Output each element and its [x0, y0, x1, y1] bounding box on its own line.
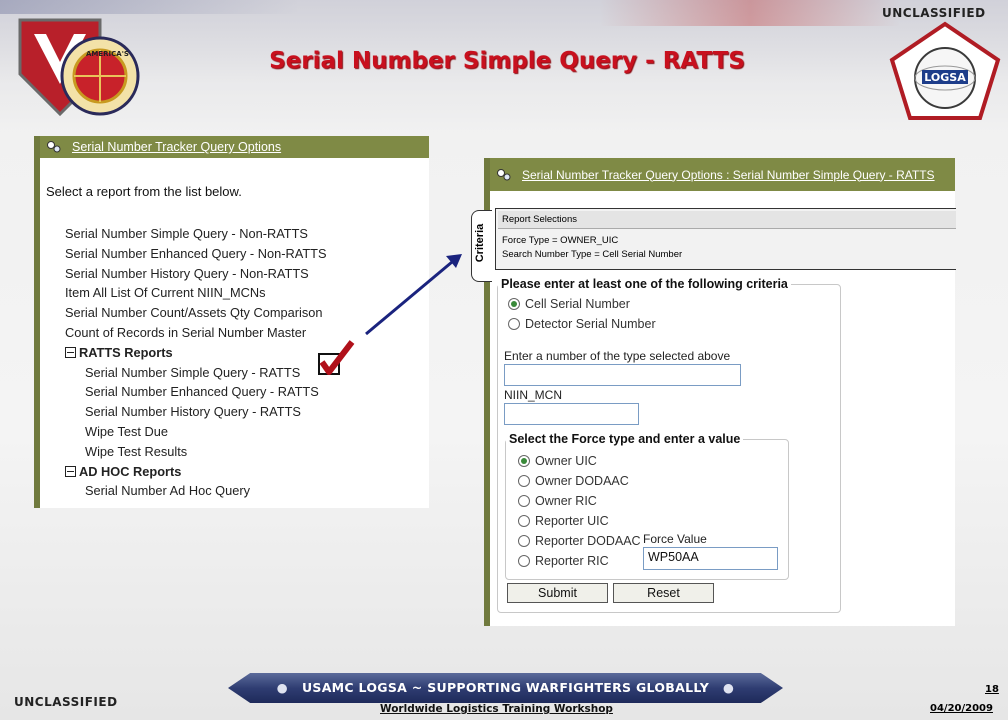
footer-banner: ● USAMC LOGSA ~ SUPPORTING WARFIGHTERS GL…: [228, 673, 783, 703]
radio-reporter-uic[interactable]: Reporter UIC: [518, 514, 609, 528]
bullet-icon: ●: [276, 680, 288, 695]
report-item-adhoc[interactable]: Serial Number Ad Hoc Query: [65, 481, 327, 501]
radio-icon[interactable]: [518, 475, 530, 487]
radio-selected-icon[interactable]: [508, 298, 520, 310]
radio-selected-icon[interactable]: [518, 455, 530, 467]
footer-banner-text: USAMC LOGSA ~ SUPPORTING WARFIGHTERS GLO…: [301, 680, 710, 695]
report-selections-box: Report Selections Force Type = OWNER_UIC…: [495, 208, 956, 270]
ratts-group[interactable]: RATTS Reports: [65, 343, 327, 363]
classification-top: UNCLASSIFIED: [882, 6, 986, 20]
report-item-count-assets[interactable]: Serial Number Count/Assets Qty Compariso…: [65, 303, 327, 323]
bullet-icon: ●: [723, 680, 735, 695]
radio-owner-uic[interactable]: Owner UIC: [518, 454, 597, 468]
reset-button[interactable]: Reset: [613, 583, 714, 603]
collapse-icon[interactable]: [65, 465, 76, 477]
radio-reporter-dodaac-label: Reporter DODAAC: [535, 534, 641, 548]
number-label: Enter a number of the type selected abov…: [504, 349, 731, 363]
niin-label: NIIN_MCN: [504, 388, 563, 402]
query-form-header: Serial Number Tracker Query Options : Se…: [490, 158, 955, 191]
report-item-simple-ratts[interactable]: Serial Number Simple Query - RATTS: [65, 363, 327, 383]
report-options-title[interactable]: Serial Number Tracker Query Options: [72, 140, 281, 154]
number-input[interactable]: [504, 364, 741, 386]
report-item-enhanced-ratts[interactable]: Serial Number Enhanced Query - RATTS: [65, 382, 327, 402]
arrow-icon: [365, 254, 462, 336]
niin-input[interactable]: [504, 403, 639, 425]
radio-cell-serial-label: Cell Serial Number: [525, 297, 630, 311]
query-options-icon: [47, 141, 61, 153]
report-item-wipe-test-due[interactable]: Wipe Test Due: [65, 422, 327, 442]
flag-stripe: [600, 0, 900, 26]
radio-owner-uic-label: Owner UIC: [535, 454, 597, 468]
criteria-tab[interactable]: Criteria: [471, 210, 492, 282]
radio-icon[interactable]: [508, 318, 520, 330]
report-item-history-non-ratts[interactable]: Serial Number History Query - Non-RATTS: [65, 264, 327, 284]
report-prompt: Select a report from the list below.: [46, 184, 242, 199]
criteria-tab-label: Criteria: [474, 223, 486, 263]
query-form-title[interactable]: Serial Number Tracker Query Options : Se…: [522, 168, 935, 182]
ratts-group-label: RATTS Reports: [79, 344, 173, 360]
radio-reporter-ric[interactable]: Reporter RIC: [518, 554, 609, 568]
radio-owner-ric[interactable]: Owner RIC: [518, 494, 597, 508]
slide-title: Serial Number Simple Query - RATTS: [269, 48, 745, 74]
report-item-enhanced-non-ratts[interactable]: Serial Number Enhanced Query - Non-RATTS: [65, 244, 327, 264]
report-list: Serial Number Simple Query - Non-RATTS S…: [65, 224, 327, 501]
report-item-wipe-test-results[interactable]: Wipe Test Results: [65, 442, 327, 462]
report-item-simple-non-ratts[interactable]: Serial Number Simple Query - Non-RATTS: [65, 224, 327, 244]
force-legend: Select the Force type and enter a value: [509, 432, 741, 446]
radio-detector-serial-label: Detector Serial Number: [525, 317, 656, 331]
adhoc-group[interactable]: AD HOC Reports: [65, 462, 327, 482]
flag-stripe-blue: [0, 0, 300, 14]
report-item-niin-mcns[interactable]: Item All List Of Current NIIN_MCNs: [65, 283, 327, 303]
force-value-label: Force Value: [643, 532, 707, 546]
radio-owner-dodaac[interactable]: Owner DODAAC: [518, 474, 629, 488]
radio-icon[interactable]: [518, 495, 530, 507]
radio-reporter-dodaac[interactable]: Reporter DODAAC: [518, 534, 641, 548]
report-item-count-records[interactable]: Count of Records in Serial Number Master: [65, 323, 327, 343]
force-value-input[interactable]: WP50AA: [643, 547, 778, 570]
workshop-name: Worldwide Logistics Training Workshop: [380, 703, 613, 715]
classification-bottom: UNCLASSIFIED: [14, 695, 118, 709]
report-selections-title: Report Selections: [498, 211, 956, 229]
adhoc-group-label: AD HOC Reports: [79, 463, 182, 479]
radio-icon[interactable]: [518, 555, 530, 567]
page-number: 18: [985, 684, 999, 695]
report-selection-force-type: Force Type = OWNER_UIC: [502, 235, 619, 246]
criteria-legend: Please enter at least one of the followi…: [501, 277, 788, 291]
checkmark-icon: [318, 340, 355, 375]
radio-cell-serial[interactable]: Cell Serial Number: [508, 297, 630, 311]
collapse-icon[interactable]: [65, 346, 76, 358]
report-options-header: Serial Number Tracker Query Options: [40, 136, 429, 158]
query-options-icon: [497, 168, 511, 180]
radio-icon[interactable]: [518, 535, 530, 547]
radio-owner-ric-label: Owner RIC: [535, 494, 597, 508]
radio-owner-dodaac-label: Owner DODAAC: [535, 474, 629, 488]
radio-reporter-uic-label: Reporter UIC: [535, 514, 609, 528]
report-item-history-ratts[interactable]: Serial Number History Query - RATTS: [65, 402, 327, 422]
submit-button[interactable]: Submit: [507, 583, 608, 603]
radio-icon[interactable]: [518, 515, 530, 527]
slide-date: 04/20/2009: [930, 703, 993, 714]
radio-detector-serial[interactable]: Detector Serial Number: [508, 317, 656, 331]
radio-reporter-ric-label: Reporter RIC: [535, 554, 609, 568]
report-selection-search-type: Search Number Type = Cell Serial Number: [502, 249, 683, 260]
